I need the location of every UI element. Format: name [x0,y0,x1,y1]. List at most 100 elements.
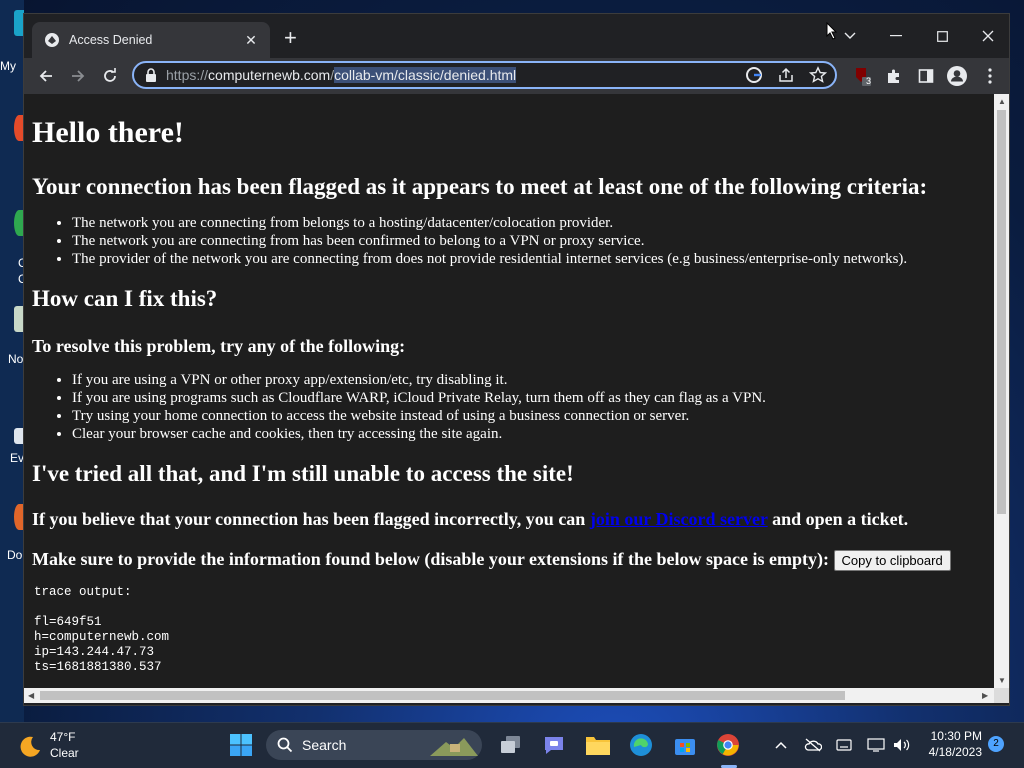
extensions-button[interactable] [882,64,906,88]
side-panel-button[interactable] [914,64,938,88]
criteria-list: The network you are connecting from belo… [32,214,986,268]
taskbar-search[interactable]: Search [266,730,482,760]
tab-close-icon[interactable]: ✕ [242,32,260,49]
provide-info-paragraph: Make sure to provide the information fou… [32,549,986,572]
minimize-button[interactable] [876,22,916,50]
back-button[interactable] [34,64,58,88]
site-favicon-icon [45,33,59,47]
url-text[interactable]: https://computernewb.com/collab-vm/class… [166,67,517,83]
kebab-menu-icon [988,68,992,84]
file-explorer-button[interactable] [584,731,612,759]
share-icon[interactable] [777,66,795,84]
list-item: Clear your browser cache and cookies, th… [72,425,986,443]
list-item: If you are using programs such as Cloudf… [72,389,986,407]
network-tray-button[interactable] [862,731,890,759]
volume-tray-button[interactable] [888,731,916,759]
show-hidden-icons-button[interactable] [767,731,795,759]
network-icon [867,738,885,752]
page-viewport[interactable]: Hello there! Your connection has been fl… [24,94,994,688]
moon-icon [20,736,40,757]
scroll-right-arrow-icon[interactable]: ▶ [982,691,988,700]
list-item: The network you are connecting from belo… [72,214,986,232]
system-clock[interactable]: 10:30 PM 4/18/2023 [920,729,982,759]
desktop-shortcut-label: No [8,352,24,366]
provide-info-text: Make sure to provide the information fou… [32,549,830,569]
search-label: Search [302,737,347,753]
tab-access-denied[interactable]: Access Denied ✕ [32,22,270,58]
bookmark-star-icon[interactable] [809,66,827,84]
scroll-up-arrow-icon[interactable]: ▲ [998,97,1006,106]
search-icon [277,737,293,753]
notification-badge[interactable]: 2 [988,736,1004,752]
chevron-up-icon [775,741,787,749]
teams-chat-button[interactable] [540,731,568,759]
maximize-button[interactable] [922,22,962,50]
keyboard-icon [836,739,852,751]
google-lens-icon[interactable] [745,66,763,84]
profile-button[interactable] [945,64,969,88]
resolve-heading: To resolve this problem, try any of the … [32,336,406,356]
chevron-down-icon [844,32,856,39]
task-view-icon [501,736,520,753]
incorrect-suffix: and open a ticket. [767,509,909,529]
title-bar[interactable]: Access Denied ✕ + [24,14,1009,58]
incorrect-prefix: If you believe that your connection has … [32,509,590,529]
horizontal-scrollbar[interactable]: ◀ ▶ [24,688,994,703]
edge-button[interactable] [627,731,655,759]
page-content: Hello there! Your connection has been fl… [24,116,994,675]
weather-widget[interactable] [18,734,42,763]
flag-heading: Your connection has been flagged as it a… [32,174,928,199]
address-bar-actions [745,66,827,84]
start-button[interactable] [227,731,255,759]
minimize-icon [890,35,902,37]
puzzle-icon [888,69,899,83]
onedrive-tray-button[interactable] [799,731,827,759]
clock-date: 4/18/2023 [928,745,982,759]
discord-server-link[interactable]: join our Discord server [590,509,768,529]
browser-menu-button[interactable] [978,64,1002,88]
keyboard-tray-button[interactable] [830,731,858,759]
trace-line: ip=143.244.47.73 [34,645,155,660]
ublock-extension-button[interactable]: 3 [850,64,874,88]
forward-button[interactable] [66,64,90,88]
address-bar[interactable]: https://computernewb.com/collab-vm/class… [132,61,837,89]
desktop-shortcut-label: Do [7,548,23,562]
windows-logo-icon [230,734,252,756]
mouse-cursor-icon [826,22,838,40]
list-item: Try using your home connection to access… [72,407,986,425]
tried-heading: I've tried all that, and I'm still unabl… [32,461,574,486]
clock-time: 10:30 PM [930,729,982,743]
edge-icon [630,734,652,756]
profile-avatar-icon [947,66,967,86]
lock-icon[interactable] [145,68,157,82]
browser-window: Access Denied ✕ + https://computernewb.c… [23,13,1010,706]
scroll-left-arrow-icon[interactable]: ◀ [28,691,34,700]
trace-output: trace output: fl=649f51 h=computernewb.c… [34,585,986,675]
copy-to-clipboard-button[interactable]: Copy to clipboard [833,550,951,572]
search-highlight-icon [430,738,478,756]
folder-icon [586,737,610,755]
maximize-icon [936,30,948,42]
fixes-list: If you are using a VPN or other proxy ap… [32,371,986,443]
trace-line: h=computernewb.com [34,630,170,645]
url-path-selected: collab-vm/classic/denied.html [334,67,517,83]
scroll-down-arrow-icon[interactable]: ▼ [998,676,1006,685]
taskbar: 47°F Clear Search 10:30 PM 4/18/2023 2 [0,722,1024,768]
vertical-scroll-thumb[interactable] [997,110,1006,514]
horizontal-scroll-thumb[interactable] [40,691,845,700]
chat-icon [545,737,563,754]
url-host: computernewb.com [208,67,331,83]
new-tab-button[interactable]: + [284,27,297,49]
arrow-right-icon [72,70,85,82]
trace-line: fl=649f51 [34,615,102,630]
chrome-button[interactable] [714,731,742,759]
desktop-shortcut-label: Ev [10,451,25,465]
cloud-off-icon [804,738,822,752]
store-button[interactable] [671,731,699,759]
vertical-scrollbar[interactable]: ▲ ▼ [994,94,1009,688]
incorrect-flag-paragraph: If you believe that your connection has … [32,509,986,530]
close-window-button[interactable] [968,22,1008,50]
task-view-button[interactable] [497,731,525,759]
reload-button[interactable] [98,64,122,88]
fix-heading: How can I fix this? [32,286,218,311]
